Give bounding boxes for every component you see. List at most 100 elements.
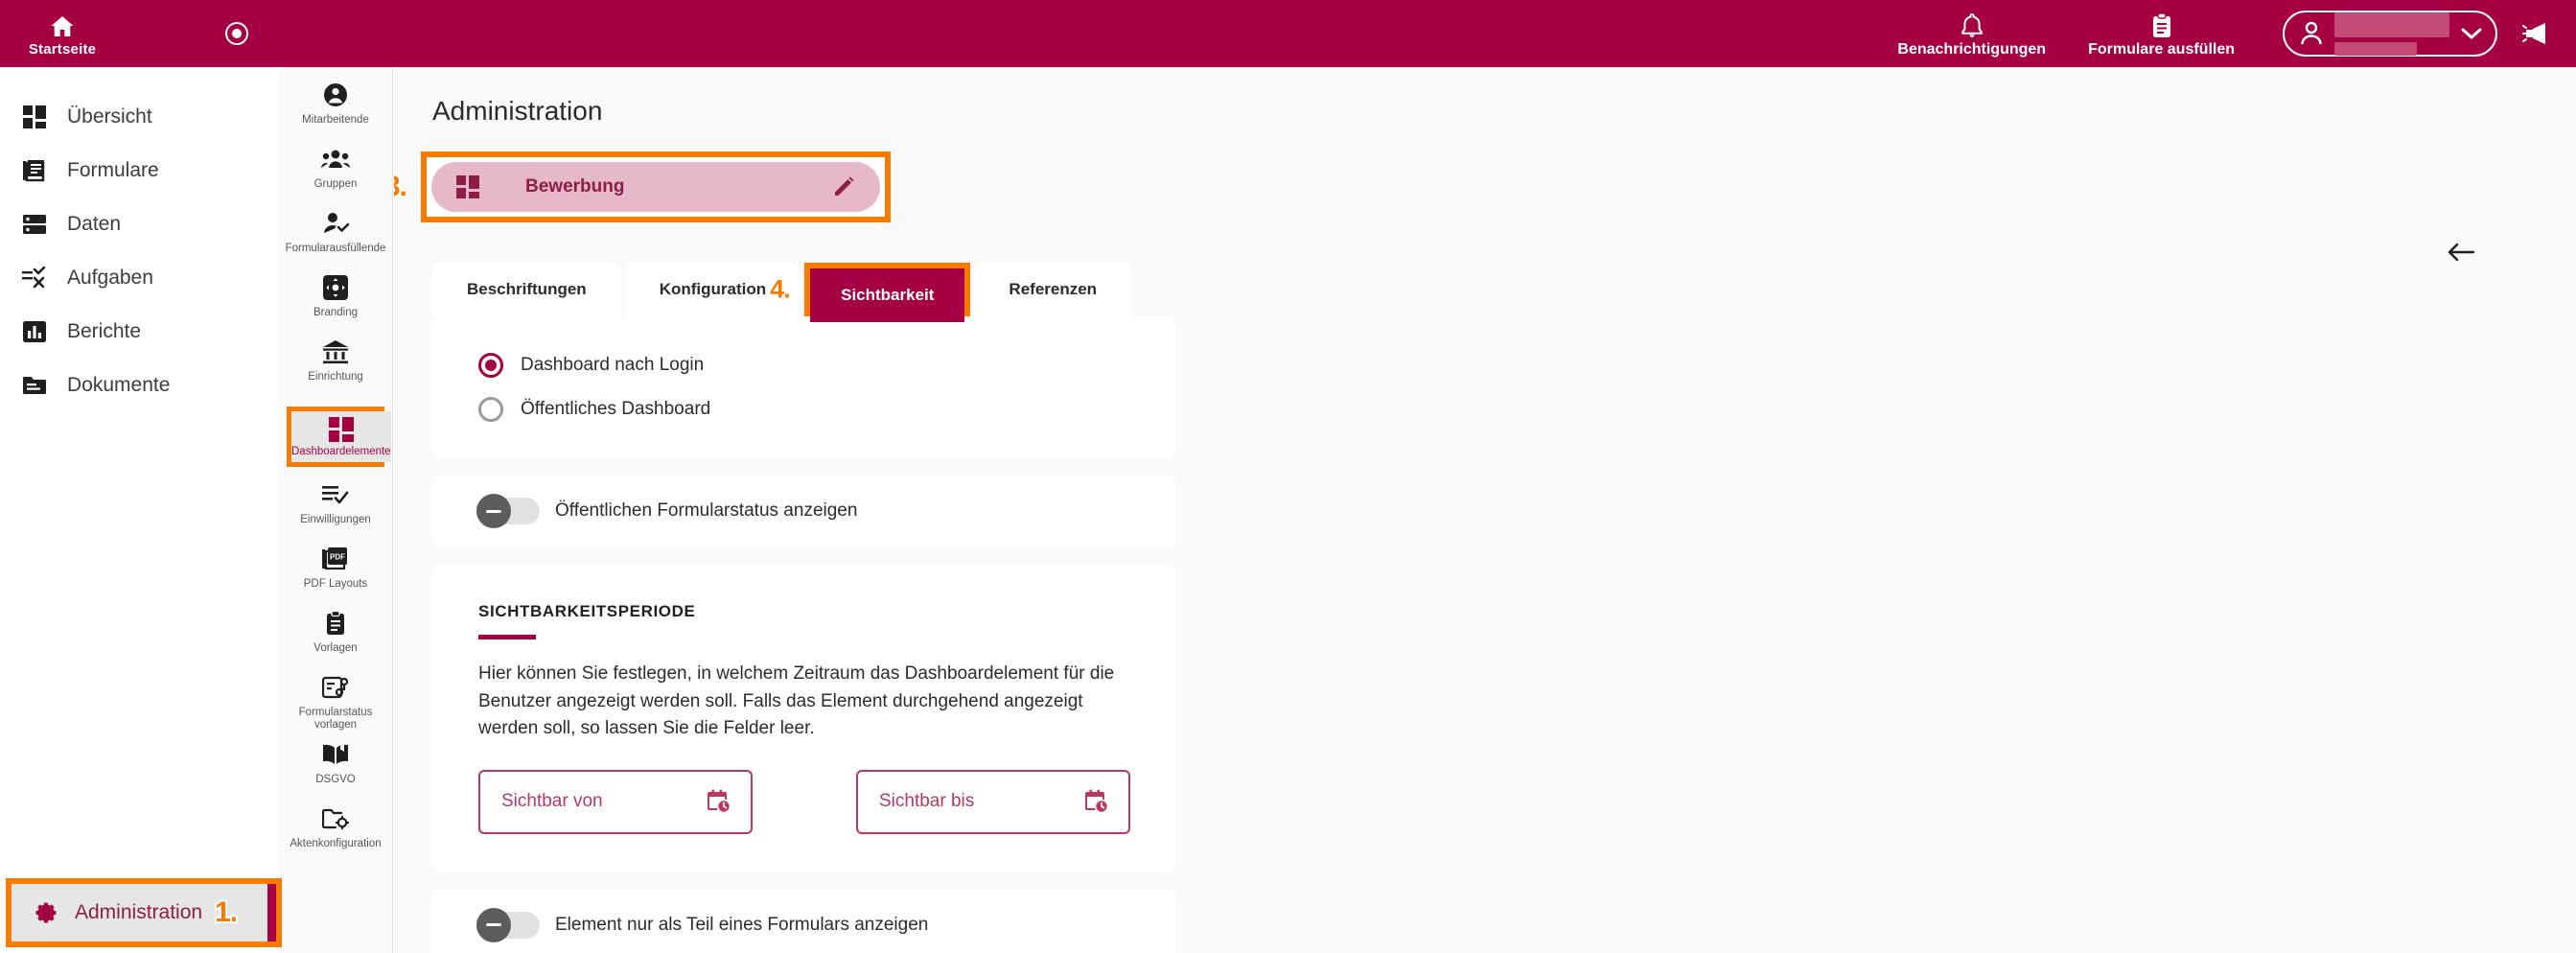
radio-label: Dashboard nach Login	[521, 355, 705, 375]
sidebar-item-branding[interactable]: Branding	[278, 273, 393, 329]
main-content: Administration 3. Bewerbung Beschriftung…	[394, 67, 2576, 953]
sidebar-item-gruppen[interactable]: Gruppen	[278, 145, 393, 200]
gear-icon	[33, 900, 58, 925]
sidebar-item-label: Berichte	[67, 320, 142, 342]
sidebar-item-label: Formularstatus vorlagen	[298, 707, 373, 732]
sidebar-item-einwilligungen[interactable]: Einwilligungen	[278, 480, 393, 536]
calendar-clock-icon[interactable]	[1084, 789, 1109, 814]
person-circle-icon	[323, 81, 348, 109]
sidebar-item-aktenkonfiguration[interactable]: Aktenkonfiguration	[278, 804, 393, 860]
sidebar-item-formulare[interactable]: Formulare	[0, 144, 278, 198]
radio-row-oeffentliches-dashboard[interactable]: Öffentliches Dashboard	[432, 387, 1176, 431]
data-rows-icon	[21, 213, 48, 236]
dashboard-grid-icon	[456, 175, 479, 198]
radio-row-dashboard-nach-login[interactable]: Dashboard nach Login	[432, 343, 1176, 387]
fill-forms-button[interactable]: Formulare ausfüllen	[2067, 0, 2256, 67]
person-check-icon	[322, 209, 349, 238]
sidebar-item-label: Dokumente	[67, 374, 171, 396]
visibility-mode-card: Dashboard nach Login Öffentliches Dashbo…	[432, 316, 1176, 458]
element-pill-label: Bewerbung	[525, 176, 625, 197]
dashboardelemente-highlight-wrapper: 2. Dashboardelemente	[236, 402, 393, 472]
sidebar-item-mitarbeitende[interactable]: Mitarbeitende	[278, 81, 393, 136]
admin-icon-sidebar: Mitarbeitende Gruppen Formularausfüllend…	[236, 67, 393, 953]
visible-to-field[interactable]: Sichtbar bis	[856, 769, 1130, 834]
notifications-button[interactable]: Benachrichtigungen	[1876, 0, 2067, 67]
clipboard-template-icon	[325, 609, 346, 638]
section-description: Hier können Sie festlegen, in welchem Ze…	[478, 663, 1115, 738]
folder-gear-icon	[322, 804, 349, 833]
step-badge-1: 1.	[213, 895, 240, 930]
sidebar-item-formularstatus-vorlagen[interactable]: Formularstatus vorlagen	[278, 673, 393, 732]
sidebar-item-einrichtung[interactable]: Einrichtung	[278, 337, 393, 393]
user-menu-button[interactable]	[2283, 11, 2497, 57]
sidebar-item-label: DSGVO	[315, 774, 356, 786]
dashboard-grid-icon	[328, 417, 354, 442]
clipboard-icon	[2150, 12, 2173, 39]
toggle-label: Element nur als Teil eines Formulars anz…	[555, 914, 929, 935]
home-label: Startseite	[28, 41, 97, 58]
consent-list-check-icon	[322, 480, 349, 509]
sidebar-item-aufgaben[interactable]: Aufgaben	[0, 251, 278, 305]
pdf-layout-icon: PDF	[322, 545, 349, 573]
administration-highlight-wrapper: Administration 1.	[0, 872, 288, 953]
svg-text:PDF: PDF	[330, 553, 345, 562]
fill-forms-label: Formulare ausfüllen	[2088, 41, 2235, 58]
tab-sichtbarkeit[interactable]: Sichtbarkeit	[810, 268, 965, 322]
sidebar-item-label: Formulare	[67, 159, 159, 181]
pencil-icon[interactable]	[832, 175, 855, 198]
toggle-off-icon[interactable]	[476, 494, 540, 528]
sidebar-item-dsgvo[interactable]: DSGVO	[278, 740, 393, 796]
sidebar-item-label: Übersicht	[67, 105, 152, 128]
record-dot-icon[interactable]	[225, 22, 248, 45]
toggle-label: Öffentlichen Formularstatus anzeigen	[555, 500, 858, 521]
user-name-redacted	[2334, 12, 2449, 56]
sidebar-item-uebersicht[interactable]: Übersicht	[0, 90, 278, 144]
primary-sidebar: Übersicht Formulare Daten Aufgaben Beric	[0, 67, 282, 953]
megaphone-icon[interactable]	[2522, 20, 2551, 47]
tab-bar: Beschriftungen Konfiguration 4. Sichtbar…	[394, 263, 2576, 322]
visible-from-field[interactable]: Sichtbar von	[478, 769, 753, 834]
radio-label: Öffentliches Dashboard	[521, 399, 711, 419]
bank-institution-icon	[322, 337, 349, 366]
tab-sichtbarkeit-highlight-box: Sichtbarkeit	[804, 263, 971, 322]
sidebar-item-daten[interactable]: Daten	[0, 198, 278, 251]
toggle-off-icon[interactable]	[476, 907, 540, 942]
home-icon	[50, 13, 75, 38]
administration-active-accent	[267, 884, 276, 941]
tab-referenzen[interactable]: Referenzen	[974, 263, 1132, 316]
tab-beschriftungen[interactable]: Beschriftungen	[432, 263, 621, 316]
reports-bar-chart-icon	[21, 320, 48, 343]
element-pill-row: 3. Bewerbung	[394, 151, 2576, 222]
sidebar-item-dashboardelemente[interactable]: Dashboardelemente	[291, 411, 391, 462]
sidebar-item-label: Formularausfüllende	[285, 243, 386, 254]
sidebar-item-vorlagen[interactable]: Vorlagen	[278, 609, 393, 664]
tab-sichtbarkeit-wrapper: 4. Sichtbarkeit	[768, 263, 974, 322]
chevron-down-icon	[2461, 27, 2482, 40]
element-pill-bewerbung[interactable]: Bewerbung	[431, 162, 880, 212]
visible-from-placeholder: Sichtbar von	[501, 791, 603, 811]
radio-button-unselected[interactable]	[478, 397, 503, 422]
calendar-clock-icon[interactable]	[707, 789, 731, 814]
sidebar-item-berichte[interactable]: Berichte	[0, 305, 278, 359]
page-title: Administration	[432, 96, 603, 126]
sidebar-item-formularausfuellende[interactable]: Formularausfüllende	[278, 209, 393, 265]
sidebar-item-administration[interactable]: Administration 1.	[12, 884, 267, 941]
radio-button-selected[interactable]	[478, 353, 503, 378]
bell-icon	[1960, 12, 1984, 39]
documents-folder-icon	[21, 375, 48, 396]
sidebar-item-label: Vorlagen	[313, 642, 358, 654]
sidebar-item-label: Einrichtung	[308, 371, 363, 383]
administration-label: Administration	[75, 901, 203, 923]
step-badge-4: 4.	[768, 273, 792, 306]
section-rule	[478, 635, 536, 639]
sidebar-item-pdf-layouts[interactable]: PDF PDF Layouts	[278, 545, 393, 600]
group-people-icon	[321, 145, 350, 174]
section-title: SICHTBARKEITSPERIODE	[478, 602, 696, 620]
settings-cards: Dashboard nach Login Öffentliches Dashbo…	[394, 316, 2576, 953]
sidebar-item-label: Daten	[67, 213, 122, 235]
sidebar-item-dokumente[interactable]: Dokumente	[0, 359, 278, 412]
sidebar-item-label: Einwilligungen	[300, 514, 371, 525]
sidebar-item-label: Mitarbeitende	[302, 114, 369, 126]
administration-highlight-box: Administration 1.	[6, 878, 282, 947]
home-button[interactable]: Startseite	[0, 0, 125, 67]
